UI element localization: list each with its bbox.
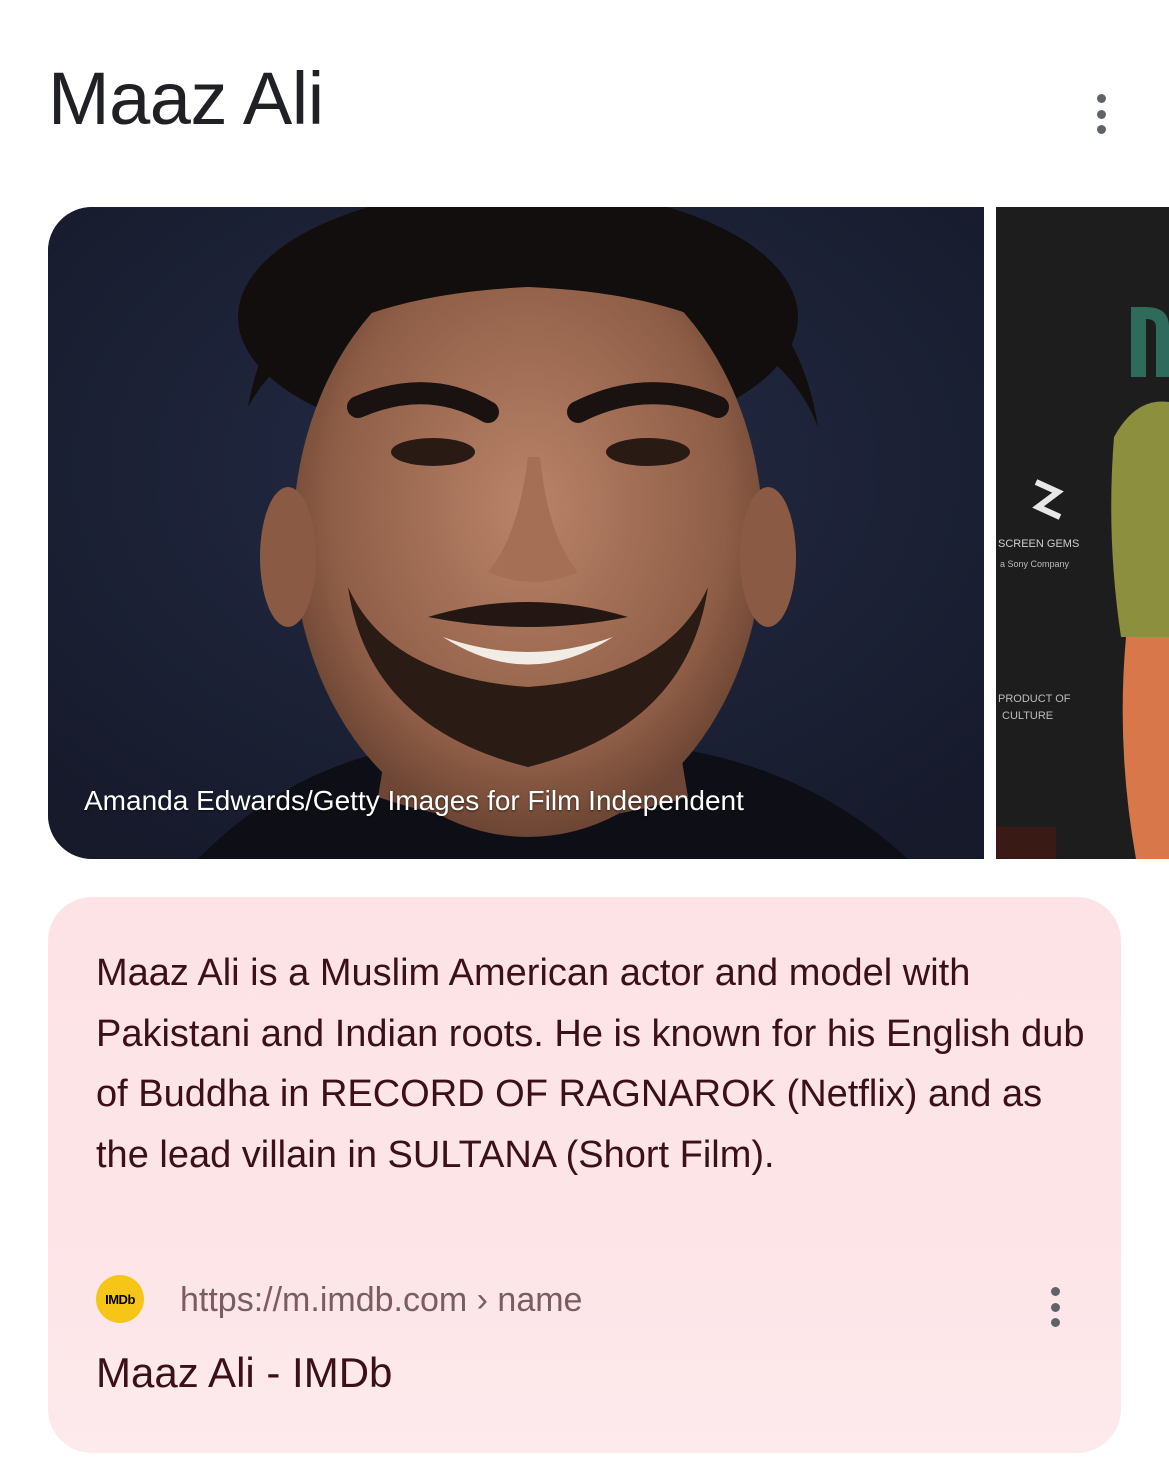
photo-credit: Amanda Edwards/Getty Images for Film Ind… (84, 785, 744, 816)
source-row[interactable]: IMDb https://m.imdb.com › name (96, 1275, 1076, 1327)
page-title: Maaz Ali (48, 57, 324, 140)
description-card[interactable]: Maaz Ali is a Muslim American actor and … (48, 897, 1121, 1453)
second-photo[interactable]: SCREEN GEMS a Sony Company PRODUCT OF CU… (996, 207, 1169, 859)
source-url[interactable]: https://m.imdb.com › name (180, 1281, 582, 1320)
main-photo[interactable]: Amanda Edwards/Getty Images for Film Ind… (48, 207, 984, 859)
more-options-icon[interactable] (1082, 88, 1120, 140)
backdrop-text: a Sony Company (1000, 559, 1070, 569)
description-text: Maaz Ali is a Muslim American actor and … (96, 952, 1085, 1176)
backdrop-text: SCREEN GEMS (998, 538, 1079, 550)
imdb-logo-icon: IMDb (96, 1275, 144, 1323)
result-title-link[interactable]: Maaz Ali - IMDb (96, 1349, 392, 1397)
result-more-options-icon[interactable] (1038, 1283, 1072, 1331)
backdrop-text: PRODUCT OF (998, 693, 1071, 705)
event-photo-image: SCREEN GEMS a Sony Company PRODUCT OF CU… (996, 207, 1169, 859)
backdrop-text: CULTURE (1002, 710, 1053, 722)
person-portrait-image (48, 207, 984, 859)
